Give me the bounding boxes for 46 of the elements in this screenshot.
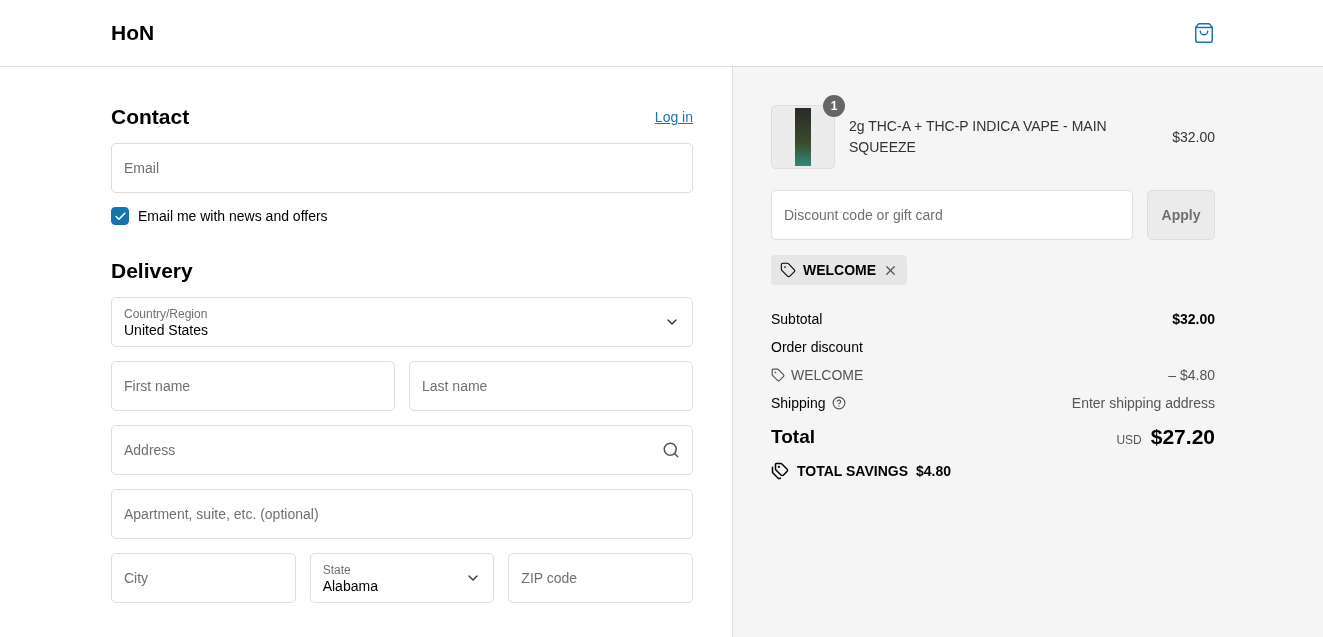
summary-label: Subtotal xyxy=(771,310,823,327)
select-field[interactable]: Country/Region United States xyxy=(111,297,693,347)
input-field[interactable]: Last name xyxy=(409,361,693,411)
summary-label: Order discount xyxy=(771,338,863,355)
discount-code: WELCOME xyxy=(803,262,877,278)
select-field[interactable]: State Alabama xyxy=(309,553,495,603)
input-field[interactable]: Apartment, suite, etc. (optional) xyxy=(111,489,693,539)
field-value: United States xyxy=(124,321,209,338)
checkbox-label: Email me with news and offers xyxy=(138,208,328,224)
section-title: Delivery xyxy=(111,259,193,283)
discount-field[interactable]: Discount code or gift card xyxy=(771,190,1133,240)
input-field[interactable]: Address xyxy=(111,425,693,475)
section-title: Contact xyxy=(111,105,190,129)
apply-button[interactable]: Apply xyxy=(1147,190,1215,240)
tag-icon xyxy=(780,262,796,278)
field-value: Alabama xyxy=(322,577,378,594)
tags-icon xyxy=(771,462,789,480)
field-label: State xyxy=(322,562,352,577)
input-field[interactable]: City xyxy=(111,553,296,603)
savings-amount: $4.80 xyxy=(916,463,952,479)
quantity-badge: 1 xyxy=(823,95,845,117)
login-link[interactable]: Log in xyxy=(654,109,693,125)
input-field[interactable]: ZIP code xyxy=(508,553,693,603)
field-label: Country/Region xyxy=(124,306,209,321)
email-field[interactable]: Email xyxy=(111,143,693,193)
input-field[interactable]: First name xyxy=(111,361,395,411)
help-icon[interactable] xyxy=(831,395,846,410)
photo-placeholder xyxy=(795,108,811,166)
store-logo[interactable]: HoN xyxy=(111,21,155,45)
product-name: 2g THC-A + THC-P INDICA VAPE - MAIN SQUEEZE xyxy=(849,117,1108,157)
checkbox[interactable] xyxy=(111,207,129,225)
currency-code: USD xyxy=(1116,433,1142,447)
summary-value: Enter shipping address xyxy=(1071,394,1215,411)
tag-icon xyxy=(771,367,785,382)
summary-label: WELCOME xyxy=(791,366,864,383)
placeholder-text: Address xyxy=(124,442,176,458)
total-amount: $27.20 xyxy=(1150,425,1215,449)
summary-value: $32.00 xyxy=(1172,310,1215,327)
product-price: $32.00 xyxy=(1172,129,1215,145)
total-label: Total xyxy=(771,426,815,448)
summary-value: – $4.80 xyxy=(1168,366,1215,383)
search-icon xyxy=(662,441,680,459)
savings-label: TOTAL SAVINGS xyxy=(797,463,908,479)
shopping-bag-icon[interactable] xyxy=(1193,22,1215,44)
summary-label: Shipping xyxy=(771,394,826,411)
check-icon xyxy=(113,209,127,223)
